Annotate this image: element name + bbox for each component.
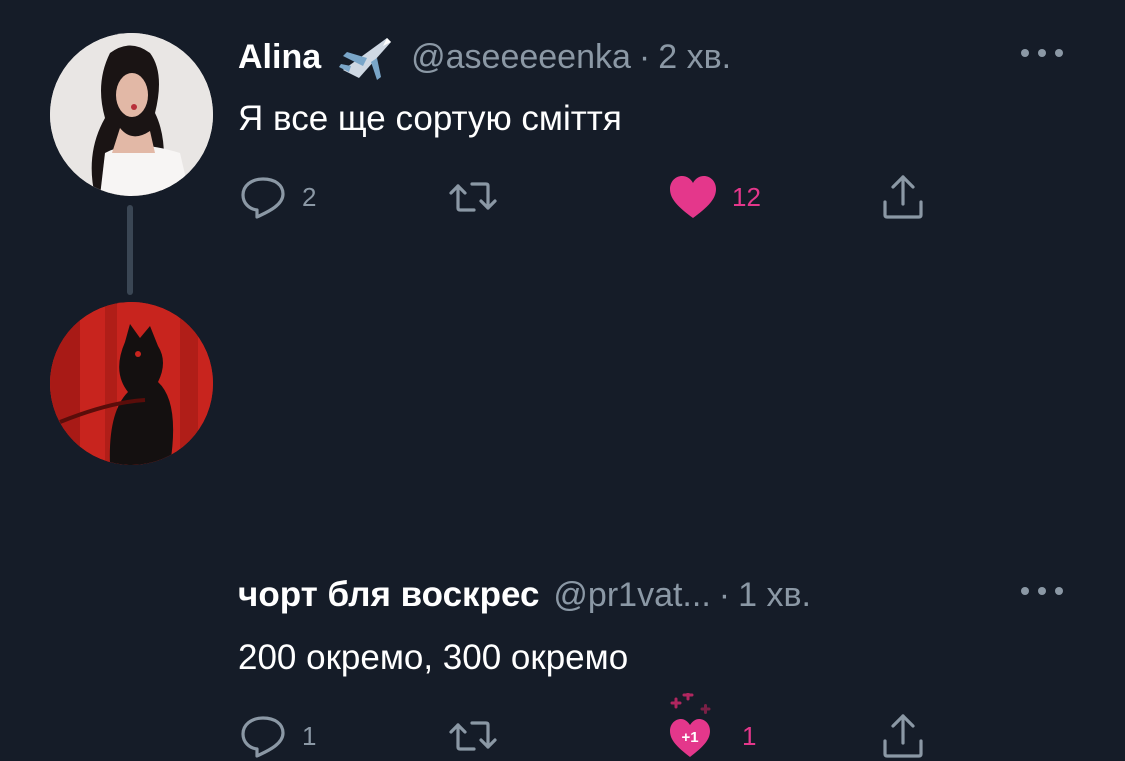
avatar-image [50, 302, 213, 465]
share-icon [883, 714, 923, 758]
reply-icon [241, 716, 285, 758]
timestamp[interactable]: 1 хв. [738, 576, 811, 615]
separator: · [638, 37, 651, 76]
tweet-header: Alina @aseeeeenka · 2 хв. [238, 32, 731, 82]
heart-animated-icon: +1 [670, 693, 711, 757]
display-name[interactable]: чорт бля воскрес [238, 575, 539, 615]
more-options-icon[interactable] [1017, 585, 1067, 597]
action-bar: 1 +1 1 [238, 693, 958, 761]
share-icon [883, 175, 923, 219]
reply-icon [241, 177, 285, 219]
separator: · [718, 575, 731, 614]
reply-button[interactable]: 2 [238, 172, 316, 222]
retweet-icon [449, 721, 497, 751]
handle[interactable]: @pr1vat... [553, 576, 710, 615]
tweet: Alina @aseeeeenka · 2 хв. Я все ще сорту… [0, 0, 1125, 295]
handle[interactable]: @aseeeeenka [411, 38, 631, 77]
tweet-header: чорт бля воскрес @pr1vat... · 1 хв. [238, 570, 811, 620]
reply-button[interactable]: 1 [238, 711, 316, 761]
display-name[interactable]: Alina [238, 38, 321, 77]
retweet-button[interactable] [448, 711, 512, 761]
tweet-text: 200 окремо, 300 окремо [238, 638, 629, 677]
airplane-icon [339, 38, 392, 80]
timestamp[interactable]: 2 хв. [658, 38, 731, 77]
share-button[interactable] [878, 711, 928, 761]
avatar[interactable] [50, 302, 213, 465]
retweet-button[interactable] [448, 172, 512, 222]
like-count: 1 [742, 720, 757, 751]
like-count: 12 [732, 181, 761, 212]
heart-filled-icon [670, 176, 716, 218]
like-badge: +1 [681, 729, 698, 746]
more-options-icon[interactable] [1017, 47, 1067, 59]
reply-count: 2 [302, 181, 317, 212]
like-button[interactable]: 12 [668, 172, 761, 222]
reply-count: 1 [302, 720, 317, 751]
like-button[interactable]: +1 1 [668, 693, 757, 761]
share-button[interactable] [878, 172, 928, 222]
avatar-image [50, 33, 213, 196]
tweet: чорт бля воскрес @pr1vat... · 1 хв. 200 … [0, 270, 1125, 758]
action-bar: 2 12 [238, 172, 958, 222]
tweet-text: Я все ще сортую сміття [238, 99, 622, 138]
avatar[interactable] [50, 33, 213, 196]
retweet-icon [449, 182, 497, 212]
